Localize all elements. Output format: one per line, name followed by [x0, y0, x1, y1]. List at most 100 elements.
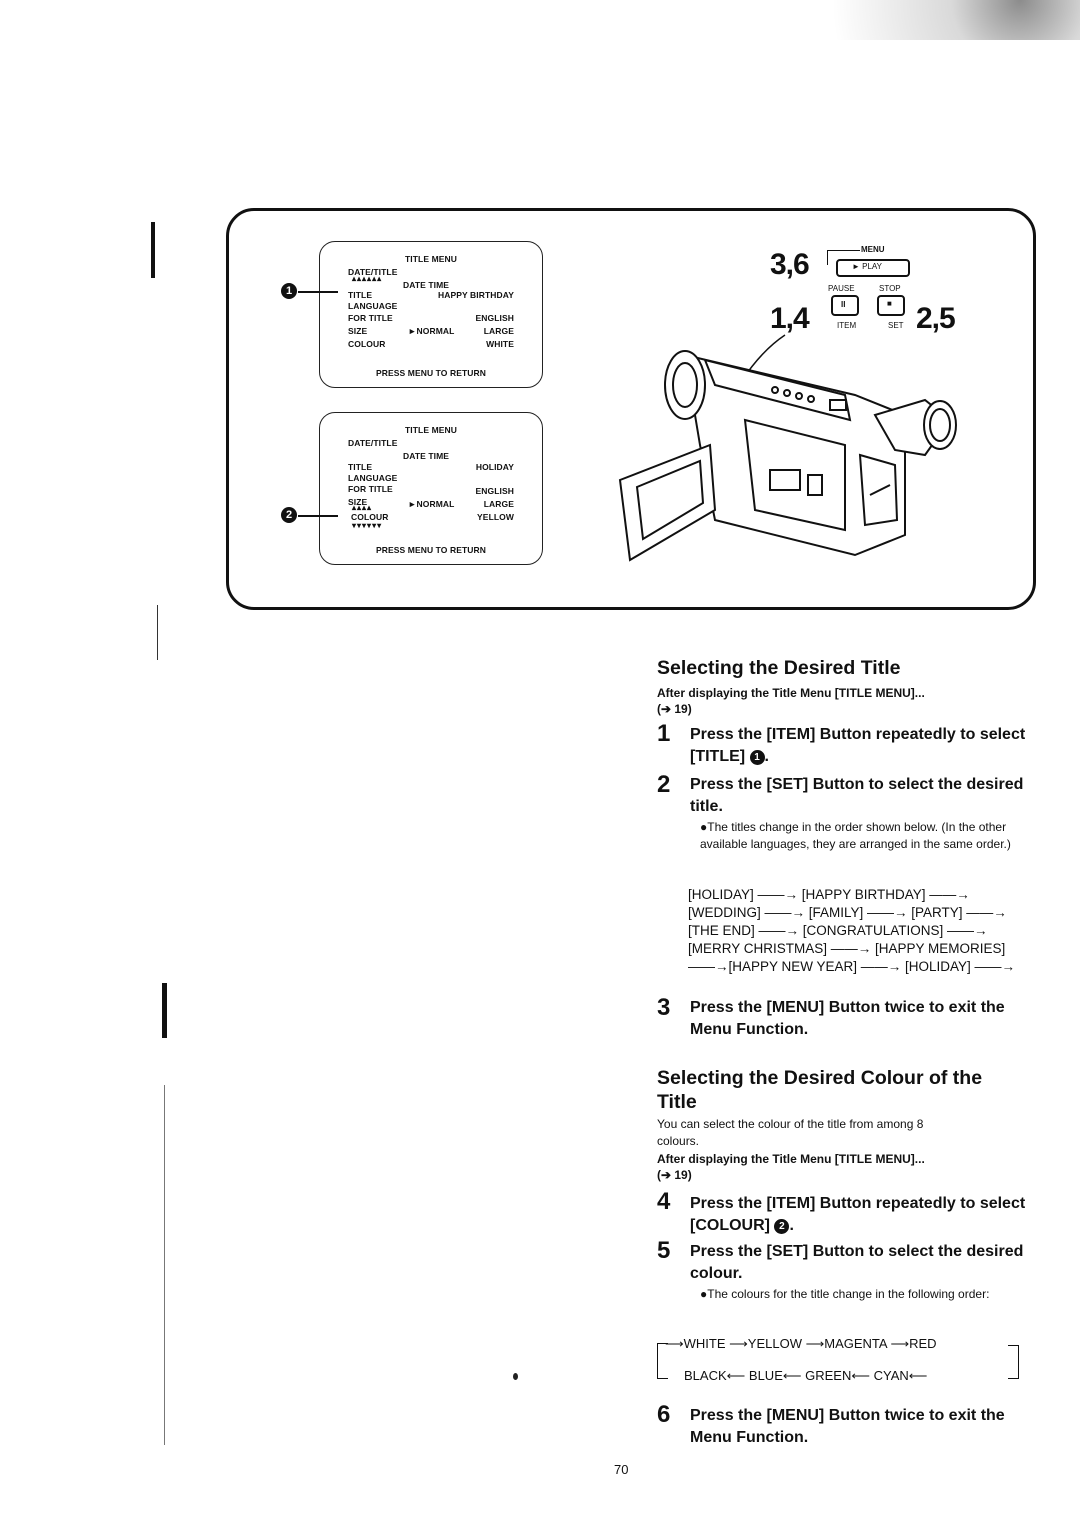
- margin-mark: [157, 605, 158, 660]
- callout-2-icon: 2: [281, 507, 297, 523]
- scan-noise-top-right: [680, 0, 1080, 40]
- colour-item: CYAN: [873, 1368, 909, 1383]
- osd-row-colour-value: WHITE: [486, 339, 514, 349]
- arrow-left-icon: ⟵: [851, 1368, 871, 1383]
- osd-row-date-title: DATE/TITLE: [348, 438, 398, 448]
- menu-label: MENU: [861, 245, 885, 254]
- blink-marks-icon: ▾▾▾▾▾▾: [352, 521, 383, 530]
- osd-row-size: SIZE: [348, 326, 368, 336]
- step-number: 6: [657, 1401, 671, 1428]
- osd-row-colour: COLOUR: [348, 339, 386, 349]
- callout-2-icon: 2: [774, 1219, 790, 1234]
- stop-icon: ■: [887, 299, 892, 308]
- camcorder-illustration: [618, 334, 957, 562]
- cycle-bracket-right: [1008, 1345, 1019, 1379]
- title-sequence-line: [THE END] ——→ [CONGRATULATIONS] ——→: [688, 923, 988, 938]
- arrow-right-icon: ⟶: [729, 1336, 748, 1351]
- step-text-content: Press the [ITEM] Button repeatedly to se…: [690, 1195, 1026, 1234]
- title-sequence-line: [HOLIDAY] ——→ [HAPPY BIRTHDAY] ——→: [688, 887, 970, 902]
- section-heading-title: Selecting the Desired Title: [657, 657, 901, 679]
- heading-line: Title: [657, 1091, 697, 1113]
- prereq-text: After displaying the Title Menu [TITLE M…: [657, 1152, 925, 1166]
- step-text: Press the [ITEM] Button repeatedly to se…: [690, 1195, 1026, 1234]
- arrow-left-icon: ⟵: [782, 1368, 802, 1383]
- arrow-left-icon: ⟵: [908, 1368, 928, 1383]
- prereq-page-ref: (➔ 19): [657, 702, 692, 716]
- osd-row-for-title: FOR TITLE: [348, 484, 393, 494]
- arrow-left-icon: ⟵: [726, 1368, 746, 1383]
- step-number: 3: [657, 994, 671, 1021]
- step-ref-menu: 3,6: [770, 248, 810, 281]
- osd-title: TITLE MENU: [405, 425, 457, 435]
- osd-row-size-selected: ►NORMAL: [408, 326, 455, 336]
- callout-1-icon: 1: [281, 283, 297, 299]
- colour-item: MAGENTA: [824, 1336, 887, 1351]
- ink-speck: [513, 1373, 518, 1380]
- osd-row-title-value: HOLIDAY: [475, 462, 514, 472]
- margin-mark: [162, 983, 167, 1038]
- step-text: Press the [MENU] Button twice to exit th…: [690, 1407, 1005, 1446]
- pause-icon: II: [841, 300, 846, 309]
- step-text: Press the [ITEM] Button repeatedly to se…: [690, 726, 1026, 765]
- intro-text: colours.: [657, 1134, 700, 1148]
- callout-1-icon: 1: [749, 750, 765, 765]
- page-number: 70: [614, 1462, 629, 1477]
- callout-leader-line: [298, 515, 338, 517]
- title-sequence-line: [MERRY CHRISTMAS] ——→ [HAPPY MEMORIES]: [688, 941, 1006, 956]
- prereq-page-ref: (➔ 19): [657, 1168, 692, 1182]
- osd-row-for-title-value: ENGLISH: [475, 313, 514, 323]
- arrow-right-icon: ⟶: [665, 1336, 684, 1351]
- step-number: 2: [657, 771, 671, 798]
- pause-item-button[interactable]: II: [831, 295, 859, 316]
- colour-cycle-top: ⟶WHITE ⟶YELLOW ⟶MAGENTA ⟶RED: [665, 1336, 937, 1352]
- colour-item: BLACK: [684, 1368, 727, 1383]
- margin-mark: [164, 1085, 165, 1445]
- osd-footer: PRESS MENU TO RETURN: [376, 368, 486, 378]
- heading-line: Selecting the Desired Colour of the: [657, 1067, 983, 1089]
- osd-row-for-title-value: ENGLISH: [475, 486, 514, 496]
- callout-leader-line: [298, 291, 338, 293]
- prereq-text: After displaying the Title Menu [TITLE M…: [657, 686, 925, 700]
- osd-row-language: LANGUAGE: [348, 301, 398, 311]
- osd-row-for-title: FOR TITLE: [348, 313, 393, 323]
- step-text: Press the [SET] Button to select the des…: [690, 776, 1024, 815]
- colour-item: YELLOW: [747, 1336, 802, 1351]
- osd-row-size-value: LARGE: [483, 499, 514, 509]
- note-titles-order: ●The titles change in the order shown be…: [700, 820, 1011, 851]
- osd-row-date-time: DATE TIME: [403, 280, 450, 290]
- section-heading-colour: Selecting the Desired Colour of the Titl…: [657, 1066, 982, 1114]
- colour-item: BLUE: [748, 1368, 783, 1383]
- arrow-right-icon: ⟶: [890, 1336, 910, 1351]
- title-sequence-line: ——→[HAPPY NEW YEAR] ——→ [HOLIDAY] ——→: [688, 959, 1016, 974]
- note-colours-order: ●The colours for the title change in the…: [700, 1287, 990, 1301]
- colour-cycle-bottom: BLACK⟵ BLUE⟵ GREEN⟵ CYAN⟵: [684, 1368, 927, 1384]
- step-number: 4: [657, 1188, 671, 1215]
- intro-text: You can select the colour of the title f…: [657, 1117, 924, 1131]
- osd-title-menu-screen-2: TITLE MENU DATE/TITLE DATE TIME TITLE HO…: [319, 412, 543, 565]
- osd-title-menu-screen-1: TITLE MENU DATE/TITLE DATE TIME ▴▴▴▴▴▴ T…: [319, 241, 543, 388]
- osd-row-size-selected: ►NORMAL: [408, 499, 455, 509]
- osd-title: TITLE MENU: [405, 254, 457, 264]
- osd-row-title-value: HAPPY BIRTHDAY: [437, 290, 514, 300]
- step-text-content: Press the [ITEM] Button repeatedly to se…: [690, 726, 1026, 765]
- step-text: Press the [MENU] Button twice to exit th…: [690, 999, 1005, 1038]
- step-number: 1: [657, 720, 671, 747]
- osd-row-title: TITLE: [348, 462, 373, 472]
- osd-row-colour-value: YELLOW: [477, 512, 514, 522]
- colour-item: WHITE: [683, 1336, 726, 1351]
- step-number: 5: [657, 1237, 671, 1264]
- arrow-right-icon: ⟶: [805, 1336, 825, 1351]
- play-menu-button[interactable]: ► PLAY: [836, 259, 910, 277]
- blink-marks-icon: ▴▴▴▴: [352, 503, 373, 512]
- colour-item: GREEN: [805, 1368, 852, 1383]
- step-text: Press the [SET] Button to select the des…: [690, 1243, 1024, 1282]
- stop-set-button[interactable]: ■: [877, 295, 905, 316]
- blink-marks-icon: ▴▴▴▴▴▴: [352, 274, 383, 283]
- osd-footer: PRESS MENU TO RETURN: [376, 545, 486, 555]
- osd-row-date-time: DATE TIME: [403, 451, 450, 461]
- pause-label: PAUSE: [828, 284, 855, 293]
- colour-item: RED: [909, 1336, 937, 1351]
- osd-row-language: LANGUAGE: [348, 473, 398, 483]
- stop-label: STOP: [879, 284, 901, 293]
- margin-mark: [151, 222, 155, 278]
